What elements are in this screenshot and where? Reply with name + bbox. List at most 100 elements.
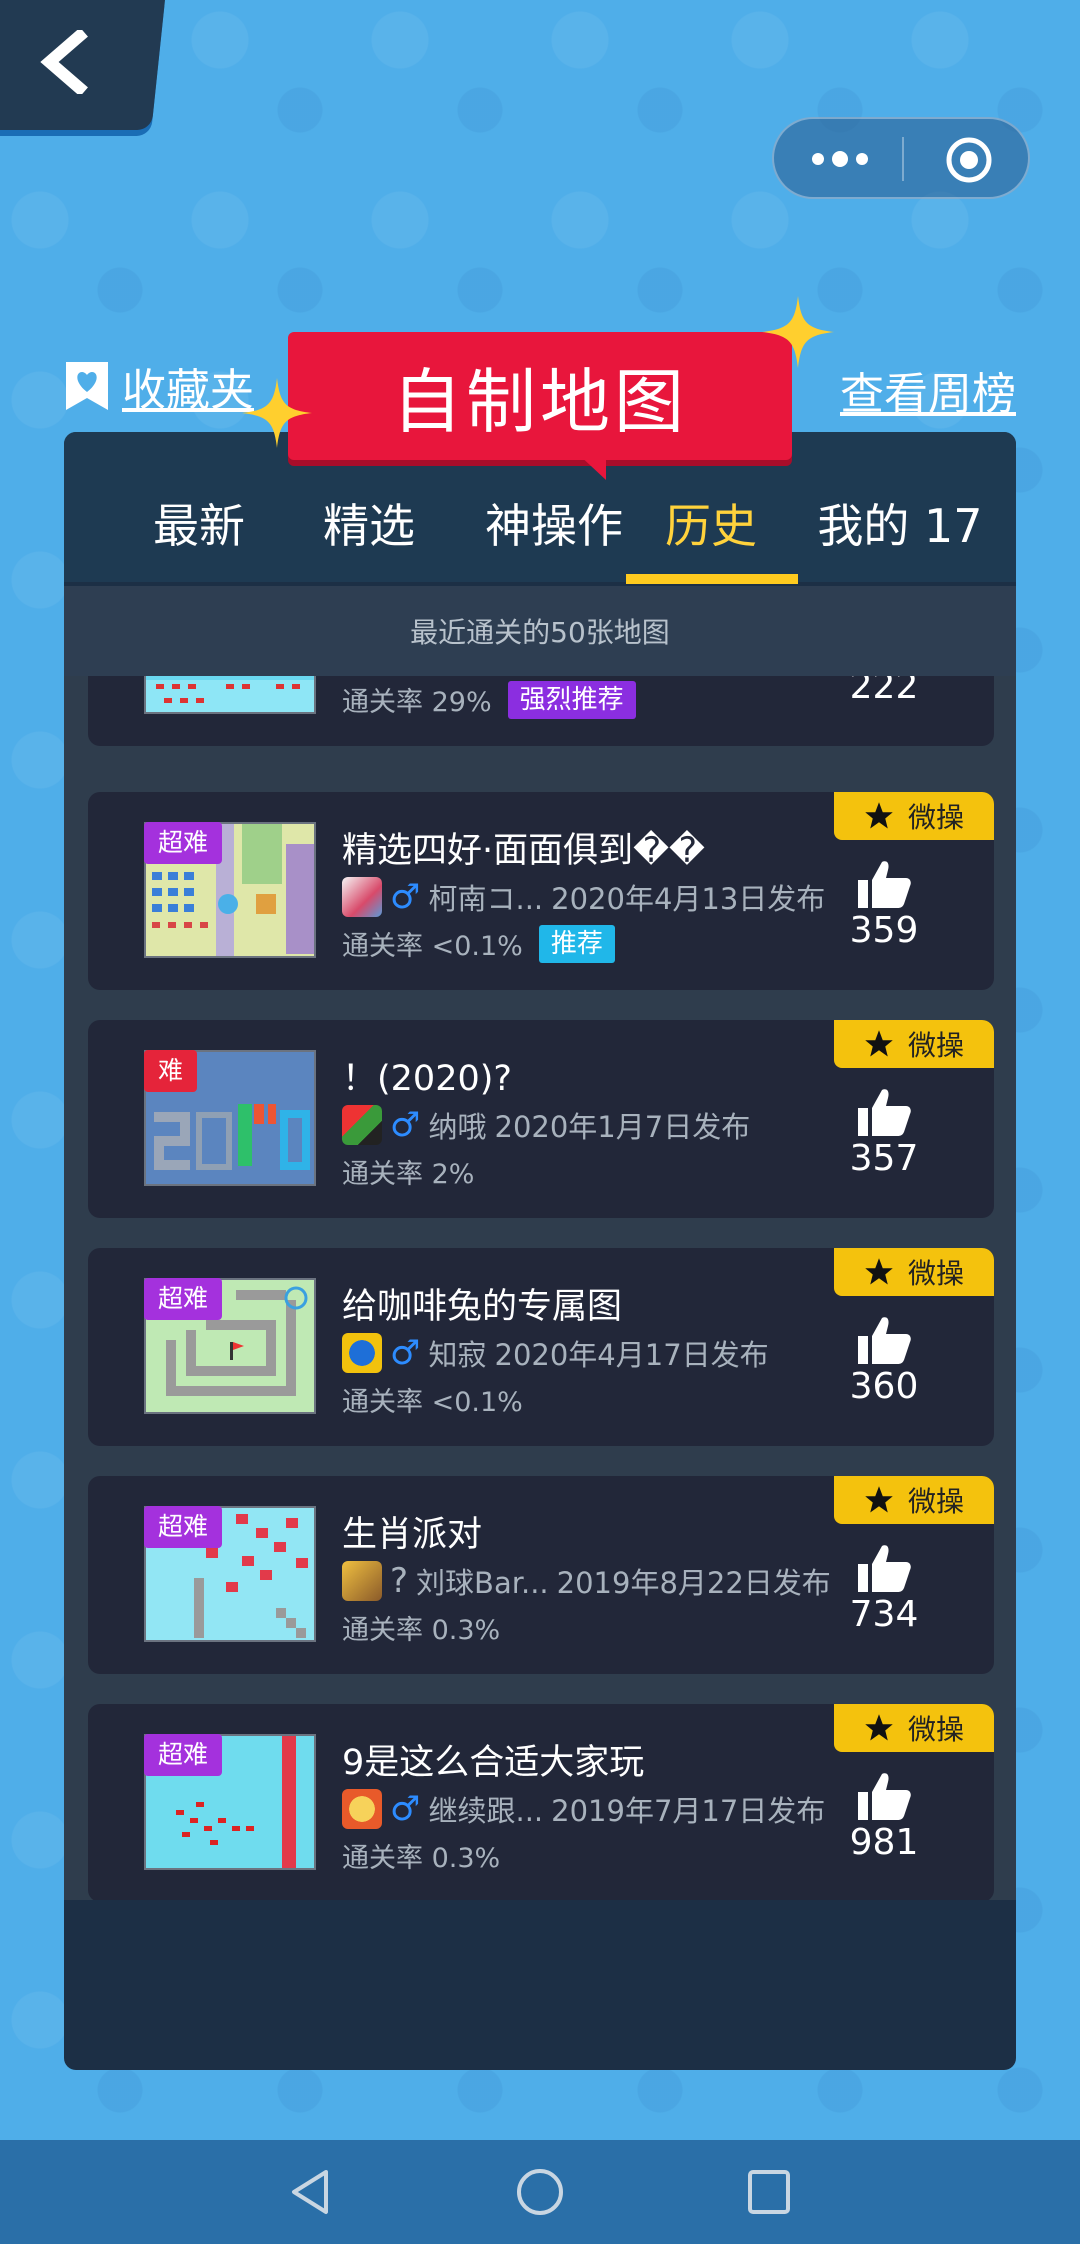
thumbs-up-icon[interactable] (844, 858, 924, 910)
ribbon-label: 微操 (907, 1257, 964, 1290)
pass-rate: 通关率 0.3% (342, 1836, 500, 1875)
like-count: 357 (849, 1138, 919, 1179)
target-icon[interactable] (944, 135, 994, 185)
miniprogram-capsule (772, 117, 1030, 199)
gender-icon: ♂ (390, 1333, 421, 1373)
map-thumbnail (144, 676, 316, 714)
thumbs-up-icon[interactable] (844, 1086, 924, 1138)
publish-date: 2020年4月17日发布 (494, 1338, 769, 1372)
page-title: 自制地图 (288, 332, 792, 460)
map-card-partial[interactable]: 通关率 29% 强烈推荐 222 (88, 676, 994, 746)
tab-featured[interactable]: 精选 (294, 490, 444, 553)
author-name[interactable]: 知寂 (428, 1332, 486, 1374)
publish-date: 2019年7月17日发布 (551, 1794, 826, 1828)
map-card[interactable]: 超难 生肖派对 ? 刘球Bar... 2019年8月22日发布 通关率 0.3%… (88, 1476, 994, 1674)
author-meta: ♂ 纳哦 2020年1月7日发布 (342, 1104, 750, 1146)
author-meta: ♂ 知寂 2020年4月17日发布 (342, 1332, 769, 1374)
favorites-link[interactable]: 收藏夹 (64, 358, 254, 416)
pass-rate: 通关率 <0.1% 推荐 (342, 924, 615, 963)
difficulty-badge: 超难 (144, 1506, 223, 1548)
publish-date: 2020年1月7日发布 (494, 1110, 751, 1144)
difficulty-badge: 难 (144, 1050, 198, 1092)
avatar[interactable] (342, 1789, 382, 1829)
map-card[interactable]: 超难 精选四好·面面俱到�� ♂ 柯南コ... 2020年4月13日发布 通关率… (88, 792, 994, 990)
tab-mine[interactable]: 我的 17 (800, 490, 1000, 553)
nav-recents-icon[interactable] (744, 2166, 794, 2218)
author-name[interactable]: 柯南コ... (428, 876, 543, 918)
gender-icon: ♂ (390, 1105, 421, 1145)
like-count: 359 (849, 910, 919, 951)
map-title: 精选四好·面面俱到�� (342, 831, 705, 871)
gender-icon: ? (390, 1561, 409, 1601)
difficulty-badge: 超难 (144, 822, 223, 864)
ribbon-label: 微操 (907, 1029, 964, 1062)
tab-god-moves[interactable]: 神操作 (454, 490, 654, 553)
weekly-ranking-link[interactable]: 查看周榜 (840, 358, 1016, 420)
pass-rate-label: 通关率 29% (342, 687, 492, 718)
pass-rate-label: 通关率 <0.1% (342, 931, 523, 962)
like-count: 222 (849, 676, 919, 707)
skill-ribbon: 微操 (834, 1704, 994, 1752)
maps-panel: 最新 精选 神操作 历史 我的 17 最近通关的50张地图 通关率 29% 强烈… (64, 432, 1016, 2070)
favorites-label: 收藏夹 (122, 365, 254, 416)
ribbon-label: 微操 (907, 1713, 964, 1746)
gender-icon: ♂ (390, 1789, 421, 1829)
map-title: ！(2020)? (342, 1059, 512, 1099)
nav-home-icon[interactable] (514, 2166, 566, 2218)
avatar[interactable] (342, 1561, 382, 1601)
chevron-left-icon (40, 30, 88, 94)
pass-rate-label: 通关率 <0.1% (342, 1387, 523, 1418)
pass-rate: 通关率 29% 强烈推荐 (342, 680, 636, 719)
pass-rate-label: 通关率 0.3% (342, 1615, 501, 1646)
capsule-divider (902, 137, 904, 181)
ribbon-label: 微操 (907, 1485, 964, 1518)
star-icon (865, 802, 893, 829)
map-list[interactable]: 通关率 29% 强烈推荐 222 超难 精选四好·面面俱到�� ♂ 柯南コ...… (64, 676, 1016, 1900)
publish-date: 2020年4月13日发布 (551, 882, 826, 916)
map-card[interactable]: 超难 给咖啡兔的专属图 ♂ 知寂 2020年4月17日发布 通关率 <0.1% … (88, 1248, 994, 1446)
ribbon-label: 微操 (907, 801, 964, 834)
active-tab-indicator (626, 574, 798, 584)
like-count: 734 (849, 1594, 919, 1635)
banner-tail (576, 452, 606, 480)
skill-ribbon: 微操 (834, 792, 994, 840)
avatar[interactable] (342, 1105, 382, 1145)
author-meta: ♂ 柯南コ... 2020年4月13日发布 (342, 876, 825, 918)
author-name[interactable]: 刘球Bar... (416, 1560, 549, 1602)
like-count: 981 (849, 1822, 919, 1863)
list-subheader: 最近通关的50张地图 (64, 586, 1016, 676)
thumbs-up-icon[interactable] (844, 1770, 924, 1822)
like-count: 360 (849, 1366, 919, 1407)
pass-rate: 通关率 <0.1% (342, 1380, 523, 1419)
author-meta: ♂ 继续跟... 2019年7月17日发布 (342, 1788, 825, 1830)
publish-date: 2019年8月22日发布 (556, 1566, 831, 1600)
star-icon (865, 1258, 893, 1285)
thumbs-up-icon[interactable] (844, 1314, 924, 1366)
pass-rate: 通关率 0.3% (342, 1608, 500, 1647)
thumbs-up-icon[interactable] (844, 1542, 924, 1594)
star-icon (865, 1030, 893, 1057)
nav-back-icon[interactable] (286, 2166, 336, 2218)
recommend-tag: 强烈推荐 (507, 680, 636, 719)
map-card[interactable]: 难 ！(2020)? ♂ 纳哦 2020年1月7日发布 通关率 2% 微操 35… (88, 1020, 994, 1218)
difficulty-badge: 超难 (144, 1734, 223, 1776)
pass-rate-label: 通关率 2% (342, 1159, 475, 1190)
sparkle-icon (762, 296, 834, 368)
author-name[interactable]: 继续跟... (428, 1788, 543, 1830)
gender-icon: ♂ (390, 877, 421, 917)
map-title: 9是这么合适大家玩 (342, 1743, 645, 1783)
tab-latest[interactable]: 最新 (124, 490, 274, 553)
more-dots-icon[interactable] (810, 147, 870, 171)
avatar[interactable] (342, 1333, 382, 1373)
author-meta: ? 刘球Bar... 2019年8月22日发布 (342, 1560, 831, 1602)
map-card[interactable]: 超难 9是这么合适大家玩 ♂ 继续跟... 2019年7月17日发布 通关率 0… (88, 1704, 994, 1900)
skill-ribbon: 微操 (834, 1020, 994, 1068)
back-button[interactable] (0, 0, 165, 130)
skill-ribbon: 微操 (834, 1248, 994, 1296)
avatar[interactable] (342, 877, 382, 917)
star-icon (865, 1486, 893, 1513)
bookmark-heart-icon (66, 362, 108, 410)
tab-history[interactable]: 历史 (636, 490, 786, 553)
author-name[interactable]: 纳哦 (428, 1104, 486, 1146)
pass-rate: 通关率 2% (342, 1152, 474, 1191)
